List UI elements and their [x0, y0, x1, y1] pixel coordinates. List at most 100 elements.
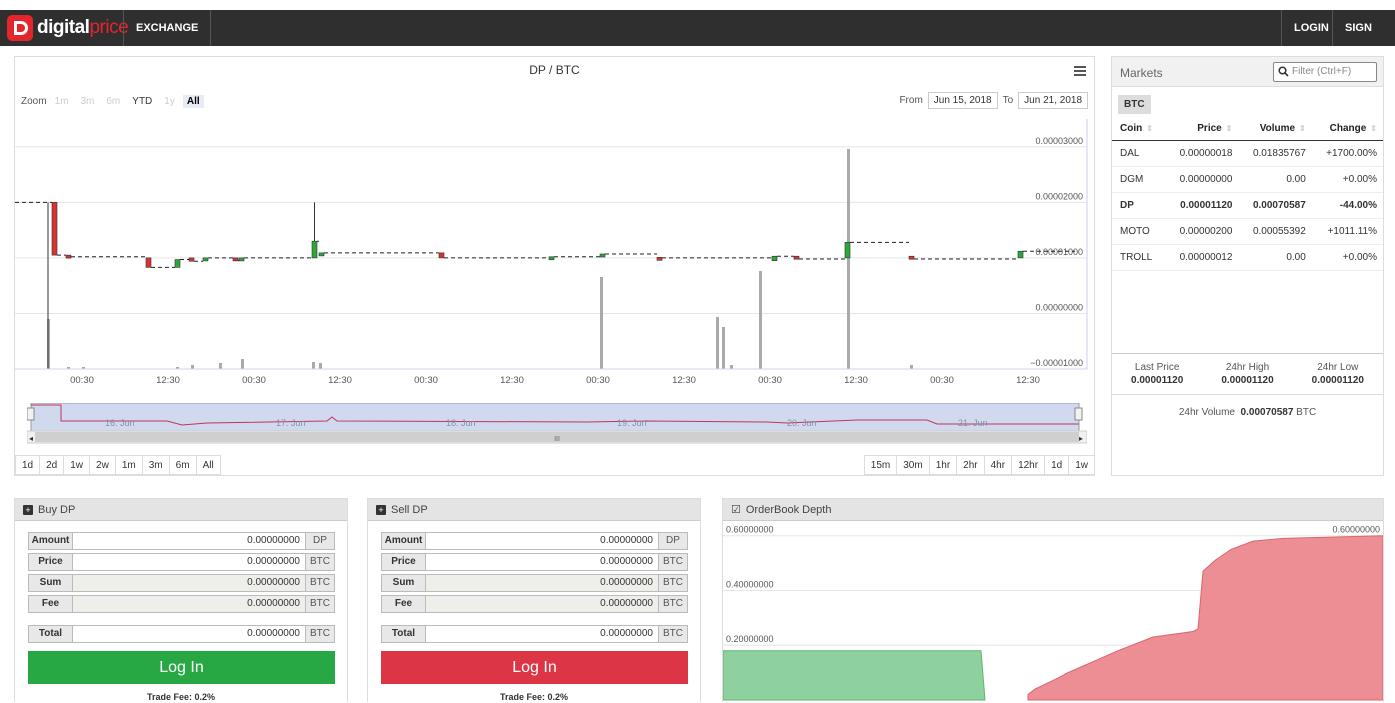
interval-1d[interactable]: 1d — [1044, 455, 1070, 475]
sell-price-input[interactable]: 0.00000000 — [426, 553, 659, 571]
filter-placeholder: Filter (Ctrl+F) — [1292, 66, 1352, 77]
checkbox-icon: ☑ — [731, 503, 741, 516]
zoom-3m[interactable]: 3m — [76, 95, 98, 108]
interval-2hr[interactable]: 2hr — [956, 455, 985, 475]
navigator-date-label: 18. Jun — [446, 418, 476, 428]
range-2w[interactable]: 2w — [89, 455, 116, 475]
nav-signup[interactable]: SIGN UP — [1332, 10, 1395, 70]
buy-login-button[interactable]: Log In — [28, 651, 335, 684]
nav-exchange[interactable]: EXCHANGE — [123, 10, 212, 46]
col-volume[interactable]: Volume ⇕ — [1238, 117, 1312, 141]
candle — [656, 257, 663, 261]
candlestick-chart[interactable]: 0.00003000 0.00002000 0.00001000 0.00000000… — [15, 119, 1094, 389]
candle — [438, 252, 445, 259]
navigator-date-label: 20. Jun — [787, 418, 817, 428]
chart-navigator[interactable]: 16. Jun 17. Jun 18. Jun 19. Jun 20. Jun 21. J… — [27, 403, 1087, 445]
interval-1w[interactable]: 1w — [1068, 455, 1095, 475]
date-range: From Jun 15, 2018 To Jun 21, 2018 — [899, 92, 1088, 109]
range-2d[interactable]: 2d — [39, 455, 65, 475]
buy-sum-row: Sum 0.00000000 BTC — [28, 574, 335, 592]
sell-title: Sell DP — [391, 503, 428, 516]
volume-bar — [722, 327, 725, 369]
y-tick-label: 0.00003000 — [1035, 136, 1083, 146]
col-coin[interactable]: Coin ⇕ — [1112, 117, 1166, 141]
zoom-ytd[interactable]: YTD — [128, 95, 156, 108]
candle — [202, 257, 209, 262]
range-3m[interactable]: 3m — [141, 455, 170, 475]
depth-title: OrderBook Depth — [745, 503, 832, 516]
x-tick-label: 00:30 — [242, 375, 266, 386]
sell-sum-row: Sum 0.00000000 BTC — [381, 574, 688, 592]
market-row-dal[interactable]: DAL 0.00000018 0.01835767 +1700.00% — [1112, 140, 1383, 167]
range-1w[interactable]: 1w — [63, 455, 91, 475]
sell-login-button[interactable]: Log In — [381, 651, 688, 684]
x-tick-label: 00:30 — [930, 375, 954, 386]
range-all[interactable]: All — [195, 455, 221, 475]
candle — [844, 242, 851, 259]
interval-1hr[interactable]: 1hr — [928, 455, 958, 475]
from-date-input[interactable]: Jun 15, 2018 — [927, 92, 998, 109]
volume-stat: 24hr Volume 0.00070587 BTC — [1112, 394, 1383, 418]
col-price[interactable]: Price ⇕ — [1165, 117, 1239, 141]
chart-title: DP / BTC — [529, 63, 580, 77]
from-label: From — [899, 95, 923, 106]
tab-btc[interactable]: BTC — [1118, 95, 1151, 114]
col-change[interactable]: Change ⇕ — [1311, 117, 1383, 141]
asks-area — [1027, 535, 1383, 701]
buy-price-input[interactable]: 0.00000000 — [73, 553, 306, 571]
chart-menu-icon[interactable] — [1074, 66, 1086, 78]
to-date-input[interactable]: Jun 21, 2018 — [1018, 92, 1088, 109]
markets-table: Coin ⇕ Price ⇕ Volume ⇕ Change ⇕ DAL 0.000000… — [1112, 117, 1383, 271]
top-navbar: digitalprice EXCHANGE LOGIN SIGN UP — [0, 10, 1395, 70]
buy-panel: + Buy DP Amount 0.00000000 DP Price 0.000000… — [14, 498, 348, 702]
zoom-6m[interactable]: 6m — [102, 95, 124, 108]
navigator-handle-right — [1074, 407, 1083, 421]
interval-4hr[interactable]: 4hr — [983, 455, 1013, 475]
x-tick-label: 12:30 — [672, 375, 696, 386]
x-tick-label: 12:30 — [1016, 375, 1040, 386]
zoom-1y[interactable]: 1y — [160, 95, 179, 108]
buy-fee-value: 0.00000000 — [73, 595, 306, 613]
buy-total-row: Total 0.00000000 BTC — [28, 625, 335, 643]
brand-logo[interactable]: digitalprice — [7, 15, 129, 41]
interval-30m[interactable]: 30m — [896, 455, 930, 475]
sell-total-input[interactable]: 0.00000000 — [426, 625, 659, 643]
buy-trade-fee: Trade Fee: 0.2% — [146, 692, 216, 702]
market-row-troll[interactable]: TROLL 0.00000012 0.00 +0.00% — [1112, 244, 1383, 271]
market-row-dp[interactable]: DP 0.00001120 0.00070587 -44.00% — [1112, 192, 1383, 219]
scroll-left-icon: ◂ — [29, 434, 33, 443]
buy-price-row: Price 0.00000000 BTC — [28, 553, 335, 571]
market-stats: Last Price 0.00001120 24hr High 0.00001120… — [1112, 353, 1383, 418]
candle — [51, 202, 58, 256]
buy-total-input[interactable]: 0.00000000 — [73, 625, 306, 643]
sell-total-row: Total 0.00000000 BTC — [381, 625, 688, 643]
buy-amount-input[interactable]: 0.00000000 — [73, 532, 306, 550]
zoom-all[interactable]: All — [182, 95, 204, 108]
market-row-moto[interactable]: MOTO 0.00000200 0.00055392 +1011.11% — [1112, 218, 1383, 245]
candle — [311, 240, 318, 259]
markets-filter-input[interactable]: Filter (Ctrl+F) — [1273, 62, 1377, 82]
candle — [318, 252, 325, 257]
zoom-1m[interactable]: 1m — [51, 95, 73, 108]
range-1m[interactable]: 1m — [114, 455, 143, 475]
depth-chart[interactable]: 0.600000000.600000000.400000000.40000000… — [723, 522, 1383, 703]
sell-trade-fee: Trade Fee: 0.2% — [499, 692, 569, 702]
range-1d[interactable]: 1d — [15, 455, 41, 475]
volume-bar — [716, 317, 719, 369]
sell-amount-input[interactable]: 0.00000000 — [426, 532, 659, 550]
sell-panel: + Sell DP Amount 0.00000000 DP Price 0.00000… — [367, 498, 701, 702]
range-6m[interactable]: 6m — [168, 455, 197, 475]
candle — [238, 257, 245, 262]
market-row-dgm[interactable]: DGM 0.00000000 0.00 +0.00% — [1112, 166, 1383, 193]
x-tick-label: 12:30 — [844, 375, 868, 386]
interval-15m[interactable]: 15m — [863, 455, 898, 475]
sell-price-row: Price 0.00000000 BTC — [381, 553, 688, 571]
buy-title: Buy DP — [38, 503, 76, 516]
volume-bar — [241, 359, 244, 369]
last-price-stat: Last Price 0.00001120 — [1131, 362, 1184, 386]
interval-12hr[interactable]: 12hr — [1011, 455, 1046, 475]
candle — [599, 253, 606, 258]
sell-fee-value: 0.00000000 — [426, 595, 659, 613]
depth-y-label-right: 0.60000000 — [1332, 525, 1380, 535]
candle — [771, 255, 778, 261]
